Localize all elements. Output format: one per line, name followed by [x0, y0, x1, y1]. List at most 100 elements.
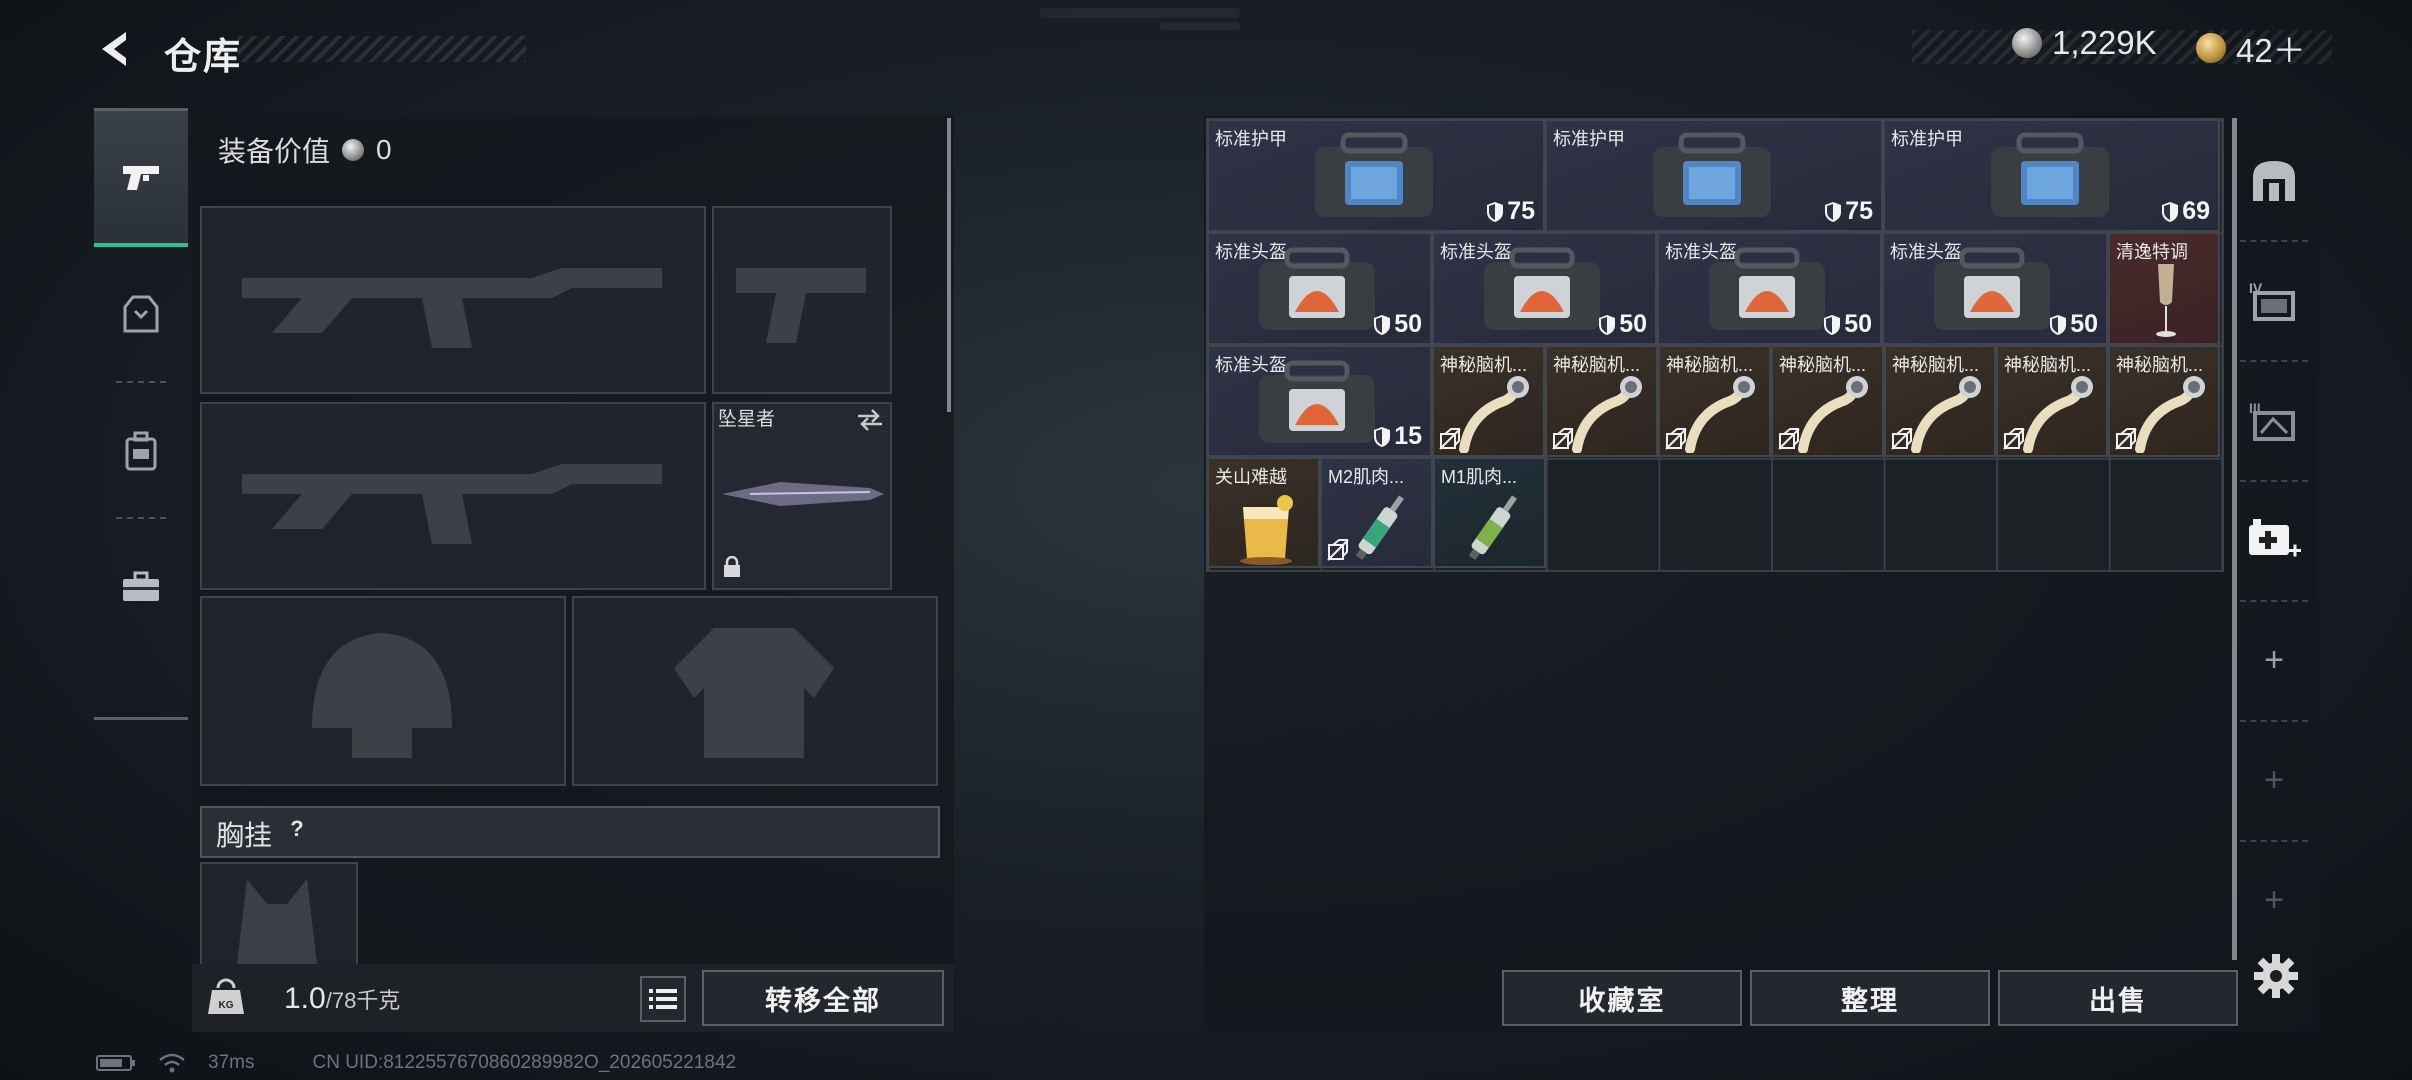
stash-page-1[interactable] — [2240, 120, 2308, 242]
item-name: 清逸特调 — [2116, 242, 2188, 262]
durability: 50 — [1824, 310, 1872, 339]
plus-icon: + — [2264, 760, 2284, 799]
secondary-weapon-slot[interactable] — [200, 402, 706, 590]
helmet-slot[interactable] — [200, 596, 566, 786]
silver-coin-icon — [342, 139, 365, 161]
stash-item[interactable]: 神秘脑机... — [1771, 345, 1884, 457]
helmet-bag-orange-icon — [1934, 247, 2050, 330]
battery-icon — [96, 1055, 135, 1071]
stash-item[interactable]: 神秘脑机... — [1545, 345, 1658, 457]
champagne-glass-icon — [2156, 264, 2176, 337]
helmet-bag-orange-icon — [1484, 247, 1600, 330]
stash-item[interactable]: M2肌肉... — [1320, 457, 1433, 568]
stash-item[interactable]: M1肌肉... — [1433, 457, 1546, 568]
silver-coin-icon — [2012, 28, 2042, 58]
stash-page-3[interactable]: III — [2240, 360, 2308, 482]
stash-item[interactable]: 标准头盔 50 — [1207, 232, 1432, 345]
brain-chip-icon — [1911, 376, 1981, 453]
armor-bag-blue-icon — [1653, 132, 1771, 217]
page-title: 仓库 — [164, 36, 242, 77]
durability: 50 — [1599, 310, 1647, 339]
silver-amount: 1,229K — [2052, 24, 2157, 61]
helmet-bag-orange-icon — [1259, 360, 1375, 443]
stash-item[interactable]: 标准头盔 50 — [1432, 232, 1657, 345]
settings-gear-icon[interactable] — [2254, 954, 2298, 998]
weight-icon: KG — [206, 976, 246, 1016]
tab-case[interactable] — [94, 519, 188, 655]
shield-icon — [2050, 314, 2067, 335]
add-stash-page-button[interactable]: + — [2240, 840, 2308, 960]
list-view-button[interactable] — [640, 976, 686, 1022]
stash-item[interactable]: 神秘脑机... — [2108, 345, 2220, 457]
no-transfer-icon — [2115, 428, 2137, 450]
no-transfer-icon — [1891, 428, 1913, 450]
durability: 50 — [2050, 310, 2098, 339]
durability: 50 — [1374, 310, 1422, 339]
stash-item[interactable]: 关山难越 — [1207, 457, 1320, 568]
carry-weight-value: 1.0 — [284, 982, 326, 1015]
brain-chip-icon — [1572, 376, 1642, 453]
armor-bag-blue-icon — [1991, 132, 2109, 217]
durability: 75 — [1487, 197, 1535, 226]
safe-icon — [2253, 161, 2295, 201]
stash-item[interactable]: 标准头盔 50 — [1882, 232, 2108, 345]
status-bar: 37ms CN UID:8122557670860289982O_2026052… — [96, 1052, 736, 1074]
stash-scrollbar[interactable] — [2232, 118, 2237, 960]
plus-icon: + — [2264, 640, 2284, 679]
add-stash-page-button[interactable]: + — [2240, 720, 2308, 842]
chest-rig-slot[interactable] — [200, 862, 358, 964]
background-light — [1040, 8, 1240, 18]
stash-item[interactable]: 清逸特调 — [2108, 232, 2220, 345]
no-transfer-icon — [1665, 428, 1687, 450]
primary-weapon-slot[interactable] — [200, 206, 706, 394]
gold-currency[interactable]: 42＋ — [2196, 24, 2306, 72]
shield-icon — [1824, 314, 1841, 335]
equipment-scrollbar[interactable] — [947, 118, 951, 412]
shield-icon — [2162, 201, 2179, 222]
stash-item[interactable]: 神秘脑机... — [1996, 345, 2108, 457]
equipment-value: 装备价值 0 — [218, 130, 392, 170]
stash-item[interactable]: 标准护甲 75 — [1207, 119, 1545, 232]
no-transfer-icon — [1327, 539, 1349, 561]
category-tabs — [94, 108, 188, 720]
tab-armor[interactable] — [94, 247, 188, 383]
ping-value: 37ms — [208, 1052, 255, 1073]
syringe-icon — [1355, 495, 1404, 561]
wifi-icon — [159, 1053, 185, 1073]
add-stash-page-button[interactable]: + — [2240, 600, 2308, 722]
pistol-slot[interactable] — [712, 206, 892, 394]
durability: 15 — [1374, 422, 1422, 451]
body-armor-slot[interactable] — [572, 596, 938, 786]
tab-backpack[interactable] — [94, 383, 188, 519]
stash-item[interactable]: 标准护甲 69 — [1883, 119, 2220, 232]
collection-room-button[interactable]: 收藏室 — [1502, 970, 1742, 1026]
shield-icon — [1374, 314, 1391, 335]
stash-item[interactable]: 神秘脑机... — [1658, 345, 1771, 457]
back-arrow-icon[interactable] — [92, 26, 138, 72]
gold-amount: 42＋ — [2236, 32, 2306, 69]
stash-item[interactable]: 标准头盔 50 — [1657, 232, 1882, 345]
swap-arrows-icon[interactable] — [856, 408, 884, 432]
stash-item[interactable]: 神秘脑机... — [1884, 345, 1996, 457]
gold-coin-icon — [2196, 33, 2226, 63]
sort-button[interactable]: 整理 — [1750, 970, 1990, 1026]
sell-button[interactable]: 出售 — [1998, 970, 2238, 1026]
transfer-all-button[interactable]: 转移全部 — [702, 970, 944, 1026]
stash-page-medical[interactable] — [2240, 480, 2308, 602]
stash-item[interactable]: 标准头盔 15 — [1207, 345, 1432, 457]
durability: 75 — [1825, 197, 1873, 226]
brain-chip-icon — [2135, 376, 2205, 453]
helmet-silhouette-icon — [312, 633, 452, 758]
stash-item[interactable]: 神秘脑机... — [1432, 345, 1545, 457]
stash-page-2[interactable]: IV — [2240, 240, 2308, 362]
brain-chip-icon — [2023, 376, 2093, 453]
pistol-silhouette-icon — [736, 268, 866, 343]
pistol-icon — [123, 166, 159, 190]
carry-weight: 1.0/78千克 — [284, 982, 400, 1016]
tab-weapons[interactable] — [94, 111, 188, 247]
lock-icon — [724, 556, 740, 577]
stash-item[interactable]: 标准护甲 75 — [1545, 119, 1883, 232]
helmet-bag-orange-icon — [1709, 247, 1825, 330]
helmet-bag-orange-icon — [1259, 247, 1375, 330]
help-icon[interactable]: ? — [282, 814, 312, 844]
